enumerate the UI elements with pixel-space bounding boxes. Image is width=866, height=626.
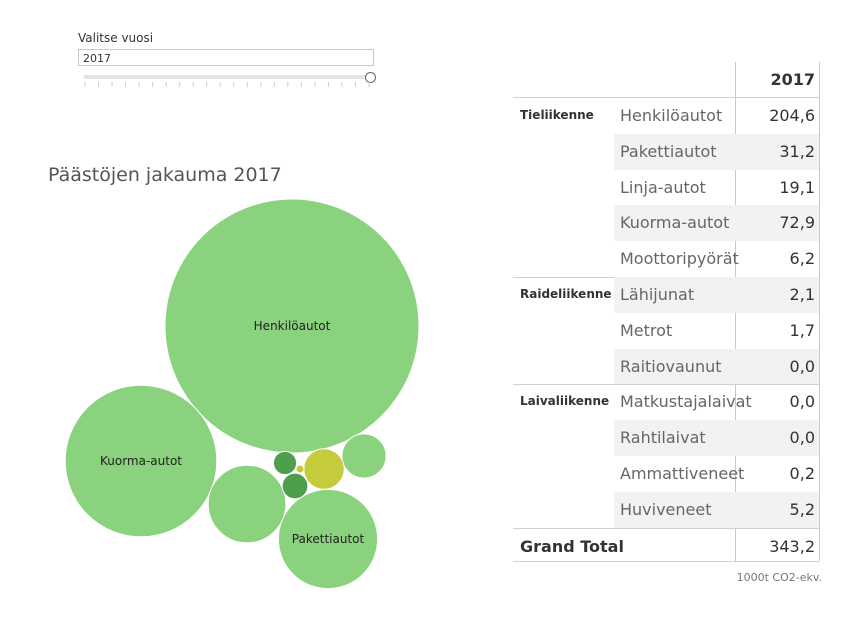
row-value: 31,2 — [779, 141, 815, 161]
row-value: 19,1 — [779, 177, 815, 197]
row-label: Lähijunat — [620, 285, 695, 304]
bubble-moottoripy-r-t[interactable] — [341, 433, 387, 479]
bubble-linja-autot[interactable] — [207, 464, 287, 544]
bubble-label: Kuorma-autot — [100, 454, 182, 468]
row-label: Henkilöautot — [620, 106, 723, 125]
row-label: Raitiovaunut — [620, 356, 722, 376]
group-label-tieliikenne: Tieliikenne — [520, 108, 594, 122]
row-value: 1,7 — [789, 320, 815, 340]
grand-total-label: Grand Total — [520, 536, 624, 556]
row-value: 2,1 — [789, 285, 815, 304]
bubble-l-hijunat[interactable] — [281, 472, 309, 500]
row-value: 0,0 — [789, 392, 815, 412]
bubble-ammattiveneet[interactable] — [295, 464, 305, 474]
row-label: Huviveneet — [620, 499, 712, 519]
row-label: Moottoripyörät — [620, 249, 739, 269]
group-label-laivaliikenne: Laivaliikenne — [520, 394, 610, 409]
grand-total-value: 343,2 — [769, 536, 815, 556]
row-value: 0,0 — [789, 428, 815, 448]
row-value: 0,0 — [789, 356, 815, 376]
row-label: Kuorma-autot — [620, 213, 730, 233]
column-header-2017: 2017 — [770, 70, 815, 89]
row-value: 5,2 — [789, 499, 815, 519]
row-value: 0,2 — [789, 464, 815, 483]
bubble-huviveneet[interactable] — [303, 448, 345, 490]
row-label: Pakettiautot — [620, 141, 717, 161]
row-label: Ammattiveneet — [620, 464, 745, 483]
row-label: Linja-autot — [620, 177, 706, 197]
bubble-chart: Henkilöautot Kuorma-autot Pakettiautot — [64, 198, 420, 590]
row-value: 6,2 — [789, 249, 815, 269]
column-divider — [819, 62, 820, 561]
row-value: 204,6 — [769, 106, 815, 125]
bubble-label: Pakettiautot — [292, 532, 365, 546]
row-label: Metrot — [620, 320, 673, 340]
row-value: 72,9 — [779, 213, 815, 233]
bubble-label: Henkilöautot — [254, 319, 331, 333]
group-label-raideliikenne: Raideliikenne — [520, 287, 612, 301]
table-bottom-border — [513, 561, 819, 562]
dashboard: Valitse vuosi 2017 Päästöjen jakauma 201… — [0, 0, 866, 626]
bubble-metrot[interactable] — [272, 450, 298, 476]
row-label: Matkustajalaivat — [620, 392, 752, 412]
row-label: Rahtilaivat — [620, 428, 706, 448]
units-label: 1000t CO2-ekv. — [736, 571, 822, 584]
